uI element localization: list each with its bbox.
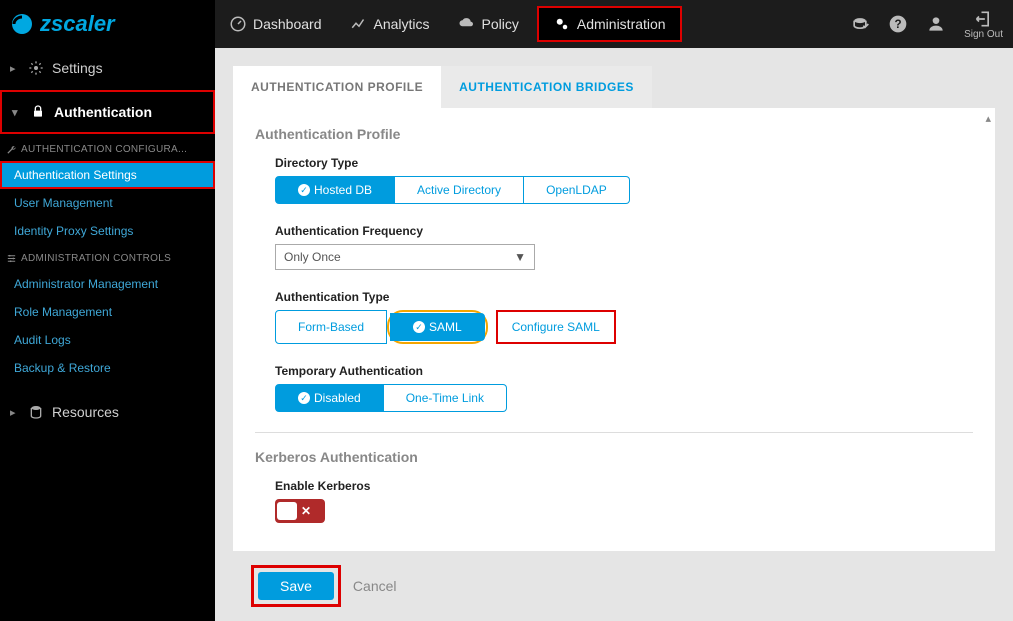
activation-icon[interactable] (850, 14, 870, 34)
top-right-icons: ? Sign Out (850, 9, 1013, 40)
configure-saml-link[interactable]: Configure SAML (500, 314, 612, 340)
auth-frequency-block: Authentication Frequency Only Once ▼ (275, 224, 973, 270)
gauge-icon (229, 15, 247, 33)
wrench-icon (6, 144, 17, 155)
save-button[interactable]: Save (258, 572, 334, 600)
sidebar-settings-label: Settings (52, 60, 103, 76)
temp-auth-label: Temporary Authentication (275, 364, 973, 378)
footer-actions: Save Cancel (233, 551, 995, 621)
sidebar-item-identity-proxy[interactable]: Identity Proxy Settings (0, 217, 215, 245)
check-icon: ✓ (298, 392, 310, 404)
chevron-right-icon: ▸ (10, 406, 20, 419)
sidebar-resources-label: Resources (52, 404, 119, 420)
tab-auth-bridges[interactable]: AUTHENTICATION BRIDGES (441, 66, 652, 108)
brand-text: zscaler (40, 11, 115, 37)
sidebar: ▸ Settings ▾ Authentication AUTHENTICATI… (0, 48, 215, 621)
directory-type-openldap[interactable]: OpenLDAP (524, 176, 630, 204)
sliders-icon (6, 253, 17, 264)
directory-type-options: ✓Hosted DB Active Directory OpenLDAP (275, 176, 973, 204)
chevron-down-icon: ▾ (12, 106, 22, 119)
sidebar-admin-controls-header: ADMINISTRATION CONTROLS (0, 245, 215, 270)
sidebar-settings[interactable]: ▸ Settings (0, 48, 215, 88)
auth-type-block: Authentication Type Form-Based ✓SAML Con… (275, 290, 973, 344)
content-area: AUTHENTICATION PROFILE AUTHENTICATION BR… (215, 48, 1013, 621)
nav-policy[interactable]: Policy (444, 0, 533, 48)
user-icon[interactable] (926, 14, 946, 34)
toggle-knob (277, 502, 297, 520)
gear-icon (28, 60, 44, 76)
directory-type-label: Directory Type (275, 156, 973, 170)
temp-auth-disabled[interactable]: ✓Disabled (275, 384, 384, 412)
nav-administration-label: Administration (577, 16, 666, 32)
sidebar-item-backup-restore[interactable]: Backup & Restore (0, 354, 215, 382)
nav-administration[interactable]: Administration (537, 6, 682, 42)
logo: zscaler (0, 0, 215, 48)
signout-label: Sign Out (964, 29, 1003, 40)
sidebar-item-user-management[interactable]: User Management (0, 189, 215, 217)
sidebar-item-role-management[interactable]: Role Management (0, 298, 215, 326)
highlight-orange: ✓SAML (387, 310, 488, 344)
top-nav: Dashboard Analytics Policy Administratio… (215, 0, 1013, 48)
lock-icon (30, 104, 46, 120)
temp-auth-options: ✓Disabled One-Time Link (275, 384, 973, 412)
signout-button[interactable]: Sign Out (964, 9, 1003, 40)
gears-icon (553, 15, 571, 33)
nav-analytics[interactable]: Analytics (336, 0, 444, 48)
directory-type-active-directory[interactable]: Active Directory (395, 176, 524, 204)
auth-frequency-label: Authentication Frequency (275, 224, 973, 238)
section-title-kerberos: Kerberos Authentication (255, 449, 973, 465)
auth-profile-panel: ▴ Authentication Profile Directory Type … (233, 108, 995, 551)
directory-type-block: Directory Type ✓Hosted DB Active Directo… (275, 156, 973, 204)
highlight-red: Configure SAML (496, 310, 616, 344)
help-icon[interactable]: ? (888, 14, 908, 34)
sidebar-resources[interactable]: ▸ Resources (0, 392, 215, 432)
auth-type-label: Authentication Type (275, 290, 973, 304)
tab-bar: AUTHENTICATION PROFILE AUTHENTICATION BR… (233, 66, 995, 108)
check-icon: ✓ (413, 321, 425, 333)
kerberos-block: Enable Kerberos ✕ (275, 479, 973, 523)
sidebar-item-authentication-settings[interactable]: Authentication Settings (0, 161, 215, 189)
sidebar-item-audit-logs[interactable]: Audit Logs (0, 326, 215, 354)
auth-type-saml[interactable]: ✓SAML (390, 313, 485, 341)
chevron-right-icon: ▸ (10, 62, 20, 75)
auth-type-options: Form-Based ✓SAML (275, 310, 488, 344)
sidebar-auth-config-header: AUTHENTICATION CONFIGURA... (0, 136, 215, 161)
cancel-button[interactable]: Cancel (353, 578, 397, 594)
chevron-down-icon: ▼ (514, 250, 526, 264)
nav-dashboard[interactable]: Dashboard (215, 0, 336, 48)
logo-icon (10, 12, 34, 36)
close-icon: ✕ (301, 504, 311, 518)
nav-dashboard-label: Dashboard (253, 16, 322, 32)
nav-policy-label: Policy (482, 16, 519, 32)
scroll-up-icon[interactable]: ▴ (985, 112, 991, 125)
section-title-auth-profile: Authentication Profile (255, 126, 973, 142)
auth-frequency-value: Only Once (284, 250, 341, 264)
highlight-red: Save (251, 565, 341, 607)
chart-icon (350, 15, 368, 33)
auth-type-form-based[interactable]: Form-Based (275, 310, 387, 344)
kerberos-toggle[interactable]: ✕ (275, 499, 325, 523)
svg-text:?: ? (895, 18, 902, 31)
top-bar: zscaler Dashboard Analytics Policy Admin… (0, 0, 1013, 48)
divider (255, 432, 973, 433)
sidebar-item-admin-management[interactable]: Administrator Management (0, 270, 215, 298)
sidebar-authentication-label: Authentication (54, 104, 152, 120)
temp-auth-one-time-link[interactable]: One-Time Link (384, 384, 507, 412)
tab-auth-profile[interactable]: AUTHENTICATION PROFILE (233, 66, 441, 108)
temp-auth-block: Temporary Authentication ✓Disabled One-T… (275, 364, 973, 412)
kerberos-label: Enable Kerberos (275, 479, 973, 493)
auth-frequency-select[interactable]: Only Once ▼ (275, 244, 535, 270)
db-icon (28, 404, 44, 420)
nav-analytics-label: Analytics (374, 16, 430, 32)
check-icon: ✓ (298, 184, 310, 196)
cloud-icon (458, 15, 476, 33)
directory-type-hosted-db[interactable]: ✓Hosted DB (275, 176, 395, 204)
sidebar-authentication[interactable]: ▾ Authentication (0, 90, 215, 134)
